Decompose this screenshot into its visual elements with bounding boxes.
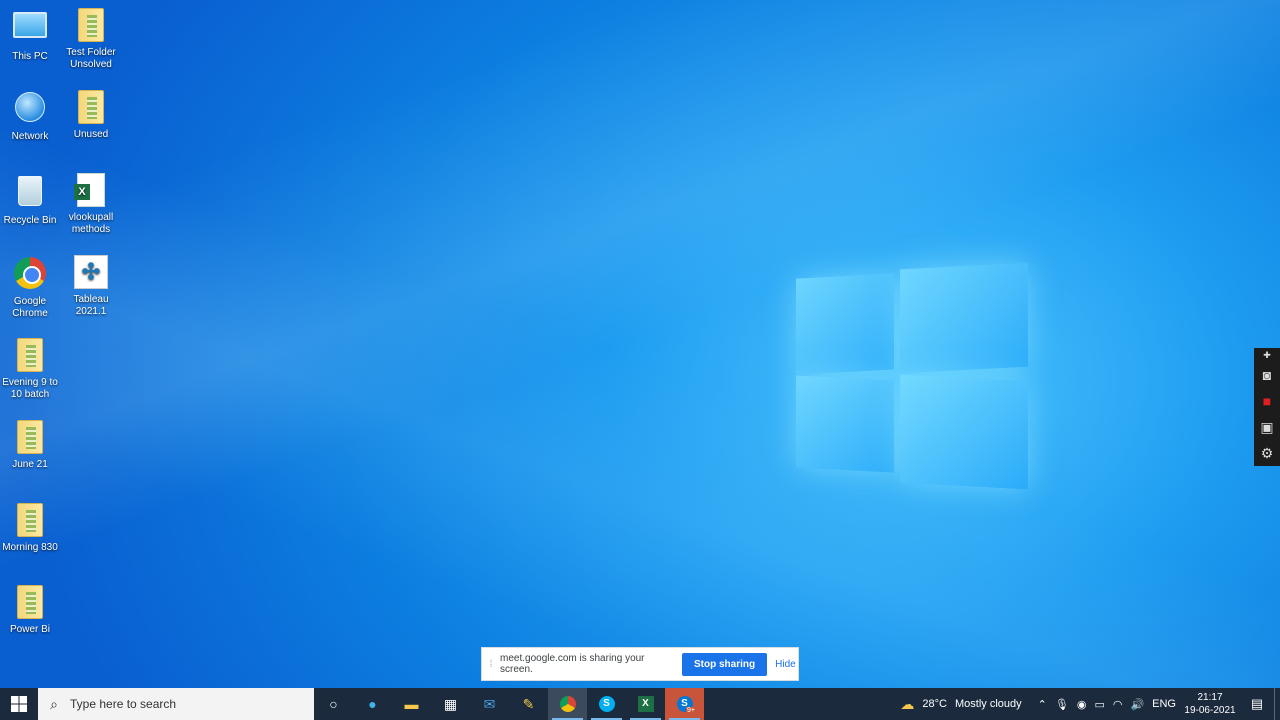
desktop-icon-recycle-bin[interactable]: Recycle Bin [0,173,60,227]
desktop-icon-test-folder[interactable]: Test Folder Unsolved [61,8,121,71]
store-bag-icon: ▦ [443,695,458,712]
folder-icon [17,420,43,454]
folder-icon [78,90,104,124]
camera-icon[interactable]: ◙ [1254,362,1280,388]
stop-sharing-button[interactable]: Stop sharing [682,652,768,676]
recycle-bin-icon [18,176,42,206]
desktop-icon-evening-batch[interactable]: Evening 9 to 10 batch [0,338,60,401]
volume-icon[interactable]: 🔊 [1126,698,1148,711]
taskbar-clock[interactable]: 21:17 19-06-2021 [1180,691,1240,717]
chrome-icon [14,257,46,289]
desktop-icon-this-pc[interactable]: This PC [0,8,60,63]
pen-note-icon: ✎ [522,695,535,712]
microphone-icon[interactable]: 🎙 [1051,698,1073,711]
excel-taskbar-button[interactable]: X [626,688,665,720]
desktop-icon-label: Network [11,131,49,142]
desktop-icon-label: Power Bi [9,624,50,635]
taskbar-search-box[interactable]: ⌕ Type here to search [38,688,314,720]
desktop-icon-google-chrome[interactable]: Google Chrome [0,255,60,320]
clock-time: 21:17 [1197,692,1223,703]
weather-description[interactable]: Mostly cloudy [951,698,1026,710]
chevron-up-icon[interactable]: ⌃ [1034,698,1051,711]
taskbar: ⌕ Type here to search ○ ● ▬ ▦ ✉ ✎ S X S … [0,688,1280,720]
clock-date: 19-06-2021 [1184,705,1236,716]
expand-icon[interactable]: ✚ [1254,348,1280,362]
mail-taskbar-button[interactable]: ✉ [470,688,509,720]
chrome-icon [559,696,576,712]
desktop-icon-label: Recycle Bin [3,215,57,226]
desktop-icon-tableau[interactable]: ✣ Tableau 2021.1 [61,255,121,318]
battery-icon[interactable]: ▭ [1090,698,1108,711]
tableau-icon: ✣ [74,255,108,289]
light-beam [0,0,1280,720]
desktop-icon-label: June 21 [12,459,48,470]
sticky-app-taskbar-button[interactable]: ✎ [509,688,548,720]
windows-logo-wallpaper [796,256,1028,492]
screen-sharing-bar: ⁞ meet.google.com is sharing your screen… [481,647,799,681]
folder-icon [78,8,104,42]
desktop-icon-label: This PC [12,51,48,62]
system-tray: ☁ 28°C Mostly cloudy ⌃ 🎙 ◉ ▭ ◠ 🔊 ENG 21:… [896,688,1280,720]
edge-icon: ● [368,696,377,712]
desktop-icon-power-bi[interactable]: Power Bi [0,585,60,636]
computer-icon [13,12,47,38]
excel-icon: X [637,696,654,712]
cortana-button[interactable]: ○ [314,688,353,720]
sharing-message: meet.google.com is sharing your screen. [500,653,645,675]
network-icon [15,92,45,122]
desktop-icon-label: Evening 9 to 10 batch [2,377,58,400]
weather-temperature[interactable]: 28°C [918,698,951,710]
cortana-circle-icon: ○ [329,696,338,712]
desktop-icon-june-21[interactable]: June 21 [0,420,60,471]
file-explorer-taskbar-button[interactable]: ▬ [392,688,431,720]
desktop-icon-unused[interactable]: Unused [61,90,121,141]
desktop-icon-morning-830[interactable]: Morning 830 [0,503,60,554]
skype-icon: S [598,696,615,712]
drag-handle-icon[interactable]: ⁞ [482,659,500,670]
hide-button[interactable]: Hide [775,659,796,670]
chrome-taskbar-button[interactable] [548,688,587,720]
meet-icon[interactable]: ◉ [1073,698,1091,711]
record-video-icon[interactable]: ■ [1254,388,1280,414]
skype-taskbar-button[interactable]: S [587,688,626,720]
light-beam [0,0,1280,720]
mail-icon: ✉ [483,695,496,712]
input-language[interactable]: ENG [1148,698,1180,710]
excel-file-icon [74,173,105,207]
search-icon: ⌕ [50,695,58,712]
start-button[interactable] [0,688,38,720]
desktop-icon-label: vlookupall methods [68,212,114,235]
wifi-icon[interactable]: ◠ [1109,698,1127,711]
desktop-icon-label: Google Chrome [12,296,48,319]
skype-business-taskbar-button[interactable]: S 9+ [665,688,704,720]
desktop-icon-label: Tableau 2021.1 [73,294,109,317]
folder-icon: ▬ [404,696,419,712]
search-placeholder: Type here to search [70,697,177,711]
show-desktop-button[interactable] [1274,688,1280,720]
edge-taskbar-button[interactable]: ● [353,688,392,720]
excel-folder-icon [17,503,43,537]
folder-icon [17,585,43,619]
action-center-icon[interactable]: ▤ [1240,696,1274,712]
store-taskbar-button[interactable]: ▦ [431,688,470,720]
folder-icon [17,338,43,372]
settings-gear-icon[interactable]: ⚙ [1254,440,1280,466]
desktop-icon-label: Unused [73,129,109,140]
desktop-icon-label: Test Folder Unsolved [66,47,116,70]
desktop-icon-vlookup[interactable]: vlookupall methods [61,173,121,236]
notification-badge: 9+ [686,707,696,714]
recorder-toolbar: ✚ ◙ ■ ▣ ⚙ [1254,348,1280,466]
gallery-icon[interactable]: ▣ [1254,414,1280,440]
windows-start-icon [11,696,27,712]
desktop-icon-label: Morning 830 [2,542,58,553]
desktop-icon-network[interactable]: Network [0,90,60,143]
weather-cloud-icon[interactable]: ☁ [896,696,918,713]
